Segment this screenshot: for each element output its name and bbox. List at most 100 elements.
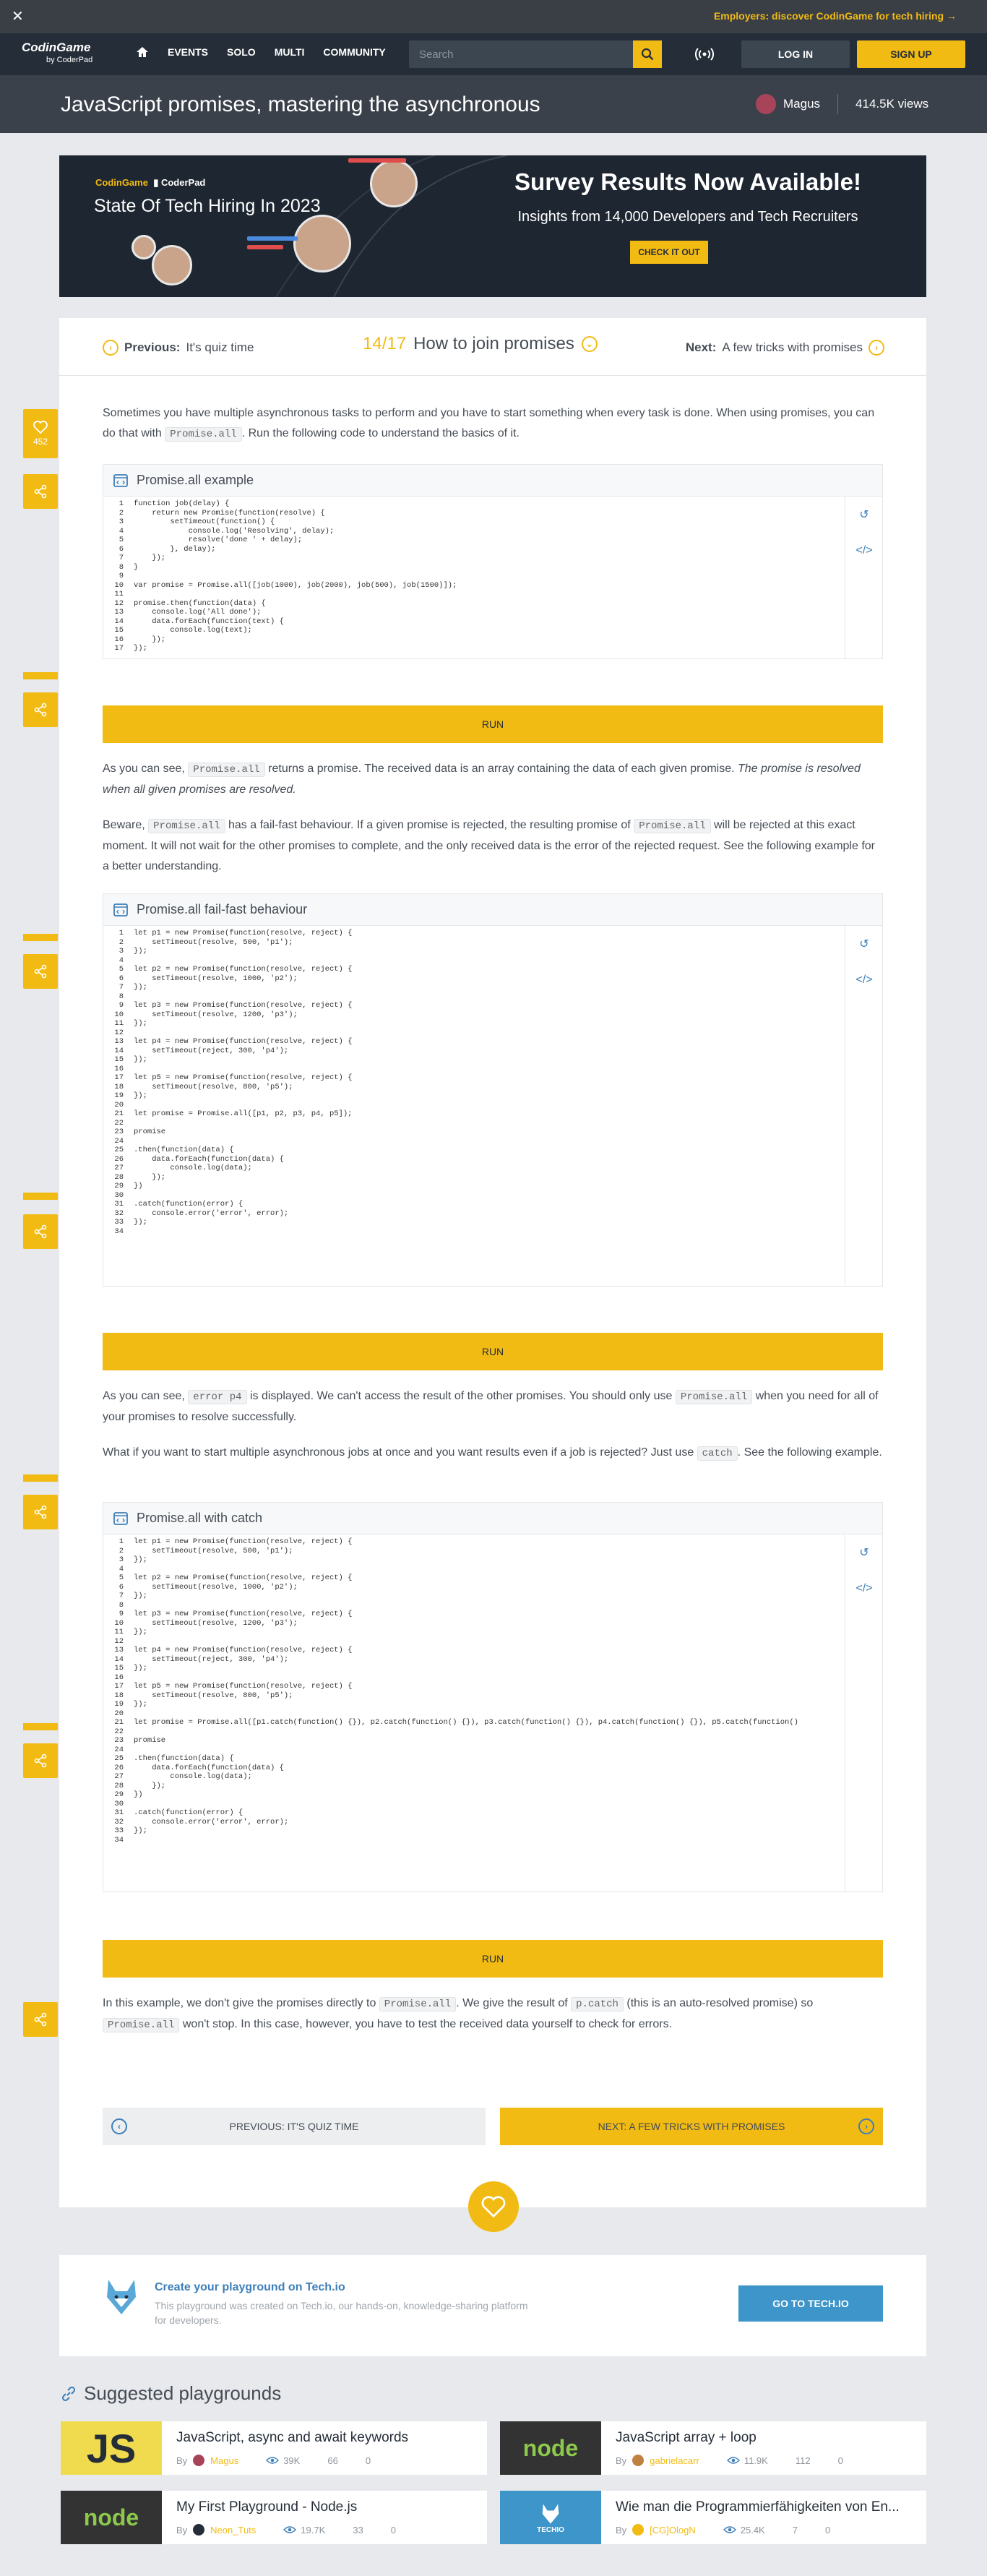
code-line[interactable]: 25 .then(function(data) { (103, 1754, 846, 1764)
code-line[interactable]: 34 (103, 1227, 846, 1237)
code-line[interactable]: 13 let p4 = new Promise(function(resolve,… (103, 1037, 846, 1047)
reset-code-icon[interactable]: ↺ (845, 1534, 883, 1571)
code-line[interactable]: 12 promise.then(function(data) { (103, 599, 846, 609)
previous-lesson-button[interactable]: ‹ PREVIOUS: IT'S QUIZ TIME (103, 2108, 486, 2145)
live-broadcast-icon[interactable] (695, 46, 714, 62)
code-line[interactable]: 25 .then(function(data) { (103, 1146, 846, 1155)
code-line[interactable]: 17 let p5 = new Promise(function(resolve,… (103, 1682, 846, 1691)
code-line[interactable]: 18 setTimeout(resolve, 800, 'p5'); (103, 1083, 846, 1092)
share-button[interactable] (23, 954, 58, 989)
code-line[interactable]: 3 setTimeout(function() { (103, 518, 846, 527)
code-editor[interactable]: 1 let p1 = new Promise(function(resolve, … (103, 926, 846, 1286)
code-line[interactable]: 10 setTimeout(resolve, 1200, 'p3'); (103, 1010, 846, 1020)
code-line[interactable]: 10 setTimeout(resolve, 1200, 'p3'); (103, 1619, 846, 1628)
code-line[interactable]: 23 promise (103, 1736, 846, 1746)
code-line[interactable]: 26 data.forEach(function(data) { (103, 1155, 846, 1164)
embed-code-icon[interactable]: </> (845, 533, 883, 569)
check-it-out-button[interactable]: CHECK IT OUT (630, 241, 708, 264)
code-line[interactable]: 12 (103, 1029, 846, 1038)
code-line[interactable]: 23 promise (103, 1128, 846, 1137)
like-button[interactable]: 452 (23, 409, 58, 458)
code-line[interactable]: 2 setTimeout(resolve, 500, 'p1'); (103, 1547, 846, 1556)
run-button[interactable]: RUN (103, 705, 883, 743)
share-button[interactable] (23, 474, 58, 509)
next-lesson-link[interactable]: Next: A few tricks with promises › (686, 340, 884, 356)
code-line[interactable]: 11}); (103, 1019, 846, 1029)
code-line[interactable]: 3}); (103, 1555, 846, 1565)
employer-promo-link[interactable]: Employers: discover CodinGame for tech h… (714, 10, 957, 22)
run-button[interactable]: RUN (103, 1940, 883, 1978)
code-line[interactable]: 9 (103, 572, 846, 581)
previous-lesson-link[interactable]: ‹ Previous: It's quiz time (103, 340, 254, 356)
nav-multi[interactable]: MULTI (275, 46, 305, 58)
code-line[interactable]: 4 (103, 1565, 846, 1574)
code-line[interactable]: 10 var promise = Promise.all([job(1000), … (103, 581, 846, 591)
code-line[interactable]: 24 (103, 1137, 846, 1146)
techio-heading[interactable]: Create your playground on Tech.io (155, 2281, 345, 2294)
author-link[interactable]: Magus (210, 2455, 238, 2466)
code-line[interactable]: 20 (103, 1101, 846, 1110)
playground-card[interactable]: JS JavaScript, async and await keywords … (61, 2421, 487, 2475)
share-button[interactable] (23, 1743, 58, 1778)
code-line[interactable]: 7}); (103, 983, 846, 992)
code-line[interactable]: 14 setTimeout(reject, 300, 'p4'); (103, 1655, 846, 1665)
signup-button[interactable]: SIGN UP (857, 40, 965, 68)
code-line[interactable]: 7}); (103, 1592, 846, 1601)
code-line[interactable]: 31 .catch(function(error) { (103, 1808, 846, 1818)
next-lesson-button[interactable]: NEXT: A FEW TRICKS WITH PROMISES › (500, 2108, 883, 2145)
author-link[interactable]: gabrielacarr (650, 2455, 699, 2466)
nav-events[interactable]: EVENTS (168, 46, 208, 58)
code-editor[interactable]: 1 function job(delay) {2 return new Promi… (103, 497, 846, 658)
close-icon[interactable]: ✕ (12, 8, 24, 25)
code-line[interactable]: 6 setTimeout(resolve, 1000, 'p2'); (103, 1583, 846, 1592)
code-line[interactable]: 6 }, delay); (103, 545, 846, 554)
code-line[interactable]: 22 (103, 1119, 846, 1128)
avatar[interactable] (756, 94, 776, 114)
code-line[interactable]: 15}); (103, 1055, 846, 1065)
code-line[interactable]: 32 console.error('error', error); (103, 1209, 846, 1219)
code-line[interactable]: 15}); (103, 1664, 846, 1673)
like-heart-button[interactable] (468, 2181, 519, 2232)
code-line[interactable]: 7 }); (103, 554, 846, 563)
code-line[interactable]: 19}); (103, 1700, 846, 1709)
nav-community[interactable]: COMMUNITY (323, 46, 385, 58)
run-button[interactable]: RUN (103, 1333, 883, 1370)
code-line[interactable]: 18 setTimeout(resolve, 800, 'p5'); (103, 1691, 846, 1701)
code-line[interactable]: 8} (103, 563, 846, 572)
code-line[interactable]: 11}); (103, 1628, 846, 1637)
code-line[interactable]: 14 data.forEach(function(text) { (103, 617, 846, 627)
code-line[interactable]: 20 (103, 1709, 846, 1719)
code-line[interactable]: 16 }); (103, 635, 846, 645)
survey-ad-banner[interactable]: CodinGame ▮ CoderPad State Of Tech Hirin… (59, 155, 926, 297)
author-name[interactable]: Magus (783, 97, 820, 111)
code-line[interactable]: 30 (103, 1191, 846, 1201)
code-line[interactable]: 27 console.log(data); (103, 1772, 846, 1782)
code-line[interactable]: 14 setTimeout(reject, 300, 'p4'); (103, 1047, 846, 1056)
code-line[interactable]: 13 console.log('All done'); (103, 608, 846, 617)
code-line[interactable]: 12 (103, 1637, 846, 1647)
code-line[interactable]: 24 (103, 1746, 846, 1755)
code-line[interactable]: 29}) (103, 1790, 846, 1800)
code-line[interactable]: 26 data.forEach(function(data) { (103, 1764, 846, 1773)
code-line[interactable]: 5 resolve('done ' + delay); (103, 536, 846, 545)
reset-code-icon[interactable]: ↺ (845, 926, 883, 962)
code-line[interactable]: 19}); (103, 1091, 846, 1101)
code-line[interactable]: 32 console.error('error', error); (103, 1818, 846, 1827)
share-button[interactable] (23, 2002, 58, 2037)
code-line[interactable]: 3}); (103, 947, 846, 956)
code-line[interactable]: 21 let promise = Promise.all([p1.catch(fu… (103, 1718, 846, 1727)
author-link[interactable]: Neon_Tuts (210, 2525, 256, 2536)
code-line[interactable]: 4 console.log('Resolving', delay); (103, 527, 846, 536)
author-link[interactable]: [CG]OlogN (650, 2525, 696, 2536)
playground-card[interactable]: node My First Playground - Node.js By Neo… (61, 2491, 487, 2544)
code-line[interactable]: 9 let p3 = new Promise(function(resolve, … (103, 1001, 846, 1010)
codingame-logo[interactable]: CodinGame by CoderPad (22, 40, 97, 69)
playground-card[interactable]: TECHIO Wie man die Programmierfähigkeite… (500, 2491, 926, 2544)
code-line[interactable]: 33}); (103, 1218, 846, 1227)
code-line[interactable]: 6 setTimeout(resolve, 1000, 'p2'); (103, 974, 846, 984)
search-input[interactable] (409, 40, 633, 68)
code-line[interactable]: 16 (103, 1065, 846, 1074)
code-line[interactable]: 22 (103, 1727, 846, 1737)
code-line[interactable]: 21 let promise = Promise.all([p1, p2, p3,… (103, 1109, 846, 1119)
nav-solo[interactable]: SOLO (227, 46, 256, 58)
